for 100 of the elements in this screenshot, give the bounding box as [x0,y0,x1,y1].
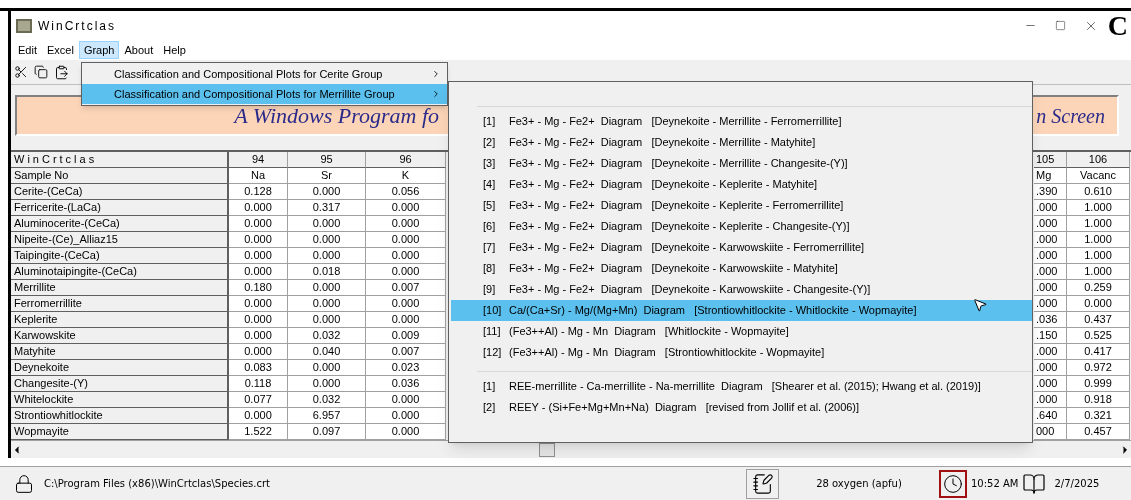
table-cell: 0.000 [288,296,366,312]
submenu-item[interactable]: [5] Fe3+ - Mg - Fe2+ Diagram [Deynekoite - Keplerite - Ferromerrillite] [451,195,1032,216]
submenu-item[interactable]: [9] Fe3+ - Mg - Fe2+ Diagram [Deynekoite - Karwowskiite - Changesite-(Y)] [451,279,1032,300]
submenu-item[interactable]: [1] Fe3+ - Mg - Fe2+ Diagram [Deynekoite - Merrillite - Ferromerrillite] [451,111,1032,132]
table-cell: 0.000 [1067,296,1130,312]
table-cell: 0.000 [366,232,446,248]
table-cell: .000 [1034,376,1067,392]
submenu-item[interactable]: [1] REE-merrillite - Ca-merrillite - Na-merrillite Diagram [Shearer et al. (2015); Hwang et al. (2019)] [451,376,1032,397]
menu-item[interactable]: Graph [78,41,120,59]
submenu-item[interactable]: [11] (Fe3++Al) - Mg - Mn Diagram [Whitlockite - Wopmayite] [451,321,1032,342]
table-cell: 0.317 [288,200,366,216]
submenu-item[interactable]: [2] REEY - (Si+Fe+Mg+Mn+Na) Diagram [revised from Jollif et al. (2006)] [451,397,1032,418]
table-cell: 0.000 [229,216,288,232]
status-date: 2/7/2025 [1054,477,1100,491]
table-cell: 0.032 [288,328,366,344]
row-header: Matyhite [11,344,229,360]
table-cell: 0.000 [229,248,288,264]
table-cell: 0.000 [366,200,446,216]
table-cell: .000 [1034,216,1067,232]
cut-icon[interactable] [14,65,28,79]
submenu-item[interactable]: [3] Fe3+ - Mg - Fe2+ Diagram [Deynekoite - Merrillite - Changesite-(Y)] [451,153,1032,174]
submenu-item[interactable]: [12] (Fe3++Al) - Mg - Mn Diagram [Strontiowhitlockite - Wopmayite] [451,342,1032,363]
table-cell: 0.918 [1067,392,1130,408]
table-cell: 0.000 [229,408,288,424]
table-cell: .036 [1034,312,1067,328]
table-cell: 0.000 [229,232,288,248]
row-header: Strontiowhitlockite [11,408,229,424]
row-header: Whitelockite [11,392,229,408]
menu-item[interactable]: Excel [41,41,79,59]
table-cell: 0.040 [288,344,366,360]
table-cell: K [366,168,446,184]
scroll-thumb[interactable] [539,443,555,457]
table-cell: 0.007 [366,344,446,360]
submenu-item[interactable]: [8] Fe3+ - Mg - Fe2+ Diagram [Deynekoite - Karwowskiite - Matyhite] [451,258,1032,279]
submenu-item[interactable]: [2] Fe3+ - Mg - Fe2+ Diagram [Deynekoite - Merrillite - Matyhite] [451,132,1032,153]
submenu-item[interactable]: [6] Fe3+ - Mg - Fe2+ Diagram [Deynekoite - Keplerite - Changesite-(Y)] [451,216,1032,237]
menu-item[interactable]: Edit [13,41,42,59]
table-cell: 1.522 [229,424,288,440]
notepad-icon [751,472,774,495]
app-icon [16,18,32,33]
submenu-item[interactable]: [7] Fe3+ - Mg - Fe2+ Diagram [Deynekoite - Karwowskiite - Ferromerrillite] [451,237,1032,258]
table-cell: 0.128 [229,184,288,200]
row-header: Nipeite-(Ce)_Alliaz15 [11,232,229,248]
table-cell: 0.000 [366,408,446,424]
table-cell: .000 [1034,392,1067,408]
table-cell: 0.972 [1067,360,1130,376]
table-cell: 6.957 [288,408,366,424]
table-cell: 0.083 [229,360,288,376]
column-header: 106 [1067,152,1130,168]
row-header: Taipingite-(CeCa) [11,248,229,264]
table-cell: .390 [1034,184,1067,200]
table-cell: 0.000 [229,200,288,216]
table-cell: .000 [1034,264,1067,280]
copy-icon[interactable] [34,65,48,79]
table-cell: 0.000 [229,312,288,328]
table-cell: 0.000 [288,248,366,264]
table-cell: 0.457 [1067,424,1130,440]
row-header: Merrillite [11,280,229,296]
table-cell: .640 [1034,408,1067,424]
row-header: Sample No [11,168,229,184]
table-cell: 1.000 [1067,200,1130,216]
table-cell: 0.000 [288,312,366,328]
table-cell: 0.525 [1067,328,1130,344]
menu-item[interactable]: Classification and Compositional Plots for Merrillite Group [82,84,447,104]
table-cell: 0.032 [288,392,366,408]
table-cell: .000 [1034,296,1067,312]
table-cell: Na [229,168,288,184]
table-cell: 0.259 [1067,280,1130,296]
table-cell: 0.000 [288,184,366,200]
banner-text: A Windows Program fo [234,103,439,128]
row-header: Deynekoite [11,360,229,376]
paste-icon[interactable] [54,64,69,80]
banner-text: n Screen [1036,103,1105,129]
column-header: 96 [366,152,446,168]
status-time: 10:52 AM [971,477,1019,491]
table-cell: 0.056 [366,184,446,200]
maximize-icon[interactable] [1055,20,1067,31]
table-cell: .000 [1034,280,1067,296]
table-cell: 0.118 [229,376,288,392]
table-cell: 0.000 [366,296,446,312]
row-header: Ferricerite-(LaCa) [11,200,229,216]
table-cell: 0.000 [288,232,366,248]
menu-item[interactable]: Help [158,41,191,59]
table-cell: 0.000 [366,216,446,232]
table-cell: 0.000 [366,248,446,264]
table-cell: Vacanc [1067,168,1130,184]
table-cell: 0.077 [229,392,288,408]
submenu-item[interactable]: [10] Ca/(Ca+Sr) - Mg/(Mg+Mn) Diagram [Strontiowhitlockite - Whitlockite - Wopmayite] [451,300,1032,321]
row-header: Ferromerrillite [11,296,229,312]
table-cell: 1.000 [1067,248,1130,264]
corner-letter: C [1107,11,1128,40]
row-header: Cerite-(CeCa) [11,184,229,200]
table-cell: 0.000 [366,312,446,328]
table-cell: .000 [1034,360,1067,376]
window-title: WinCrtclas [38,17,116,35]
table-cell: .000 [1034,200,1067,216]
menu-item[interactable]: About [119,41,159,59]
table-cell: 0.000 [366,392,446,408]
submenu-item[interactable]: [4] Fe3+ - Mg - Fe2+ Diagram [Deynekoite - Keplerite - Matyhite] [451,174,1032,195]
table-cell: .000 [1034,344,1067,360]
